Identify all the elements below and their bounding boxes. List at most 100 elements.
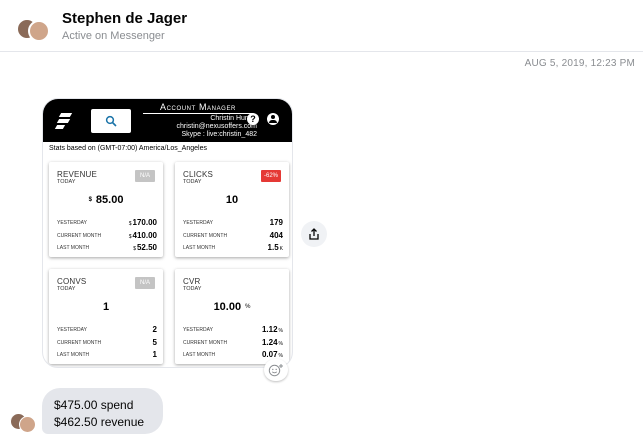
card-title: REVENUE (57, 170, 98, 179)
stat-suffix: % (278, 341, 283, 347)
account-manager-header: Account Manager Christin Hunter christin… (43, 99, 292, 142)
avatar-face-front (19, 416, 36, 433)
stat-row: YESTERDAY 179 (183, 218, 283, 227)
add-reaction-button[interactable] (264, 359, 288, 381)
stat-row: CURRENT MONTH 1.24% (183, 338, 283, 347)
card-main-value: $85.00 (49, 194, 163, 206)
clicks-card: CLICKS TODAY -62% 10 YESTERDAY 179 CURREN… (175, 162, 289, 257)
stat-label: YESTERDAY (57, 220, 87, 226)
main-number: 1 (102, 301, 110, 313)
stat-number: 179 (269, 218, 283, 227)
brand-logo-icon (54, 113, 73, 129)
card-subtitle: TODAY (183, 286, 202, 292)
status-badge: N/A (135, 170, 155, 182)
card-subtitle: TODAY (183, 179, 202, 185)
card-main-value: 1 (49, 301, 163, 313)
message-line: $462.50 revenue (54, 415, 145, 429)
contact-avatar[interactable] (16, 14, 50, 44)
stat-number: 404 (269, 231, 283, 240)
card-main-value: 10.00% (175, 301, 289, 313)
stat-label: CURRENT MONTH (183, 233, 228, 239)
stat-value: 1 (153, 350, 157, 359)
stat-value: $52.50 (133, 243, 157, 252)
main-number: 85.00 (95, 194, 124, 206)
stat-value: 5 (153, 338, 157, 347)
message-timestamp: AUG 5, 2019, 12:23 PM (524, 58, 635, 69)
main-number: 10 (225, 194, 239, 206)
stat-row: CURRENT MONTH $410.00 (57, 231, 157, 240)
help-icon[interactable]: ? (247, 113, 259, 125)
card-main-value: 10 (175, 194, 289, 206)
share-icon (309, 228, 319, 240)
sender-avatar[interactable] (10, 411, 36, 437)
stat-row: YESTERDAY $170.00 (57, 218, 157, 227)
user-icon[interactable] (267, 113, 279, 125)
convs-card: CONVS TODAY N/A 1 YESTERDAY 2 CURRENT MON… (49, 269, 163, 364)
card-subtitle: TODAY (57, 179, 76, 185)
stat-label: YESTERDAY (183, 327, 213, 333)
stat-label: CURRENT MONTH (183, 340, 228, 346)
stat-row: LAST MONTH $52.50 (57, 243, 157, 252)
card-title: CLICKS (183, 170, 214, 179)
stat-number: 1 (152, 350, 157, 359)
stat-number: 2 (152, 325, 157, 334)
manager-skype: Skype : live:christin_482 (181, 131, 257, 138)
stat-number: 1.12 (261, 325, 278, 334)
stat-row: LAST MONTH 1.5K (183, 243, 283, 252)
cvr-card: CVR TODAY 10.00% YESTERDAY 1.12% CURRENT … (175, 269, 289, 364)
stat-row: YESTERDAY 1.12% (183, 325, 283, 334)
card-title: CONVS (57, 277, 87, 286)
stat-value: 179 (270, 218, 283, 227)
stat-number: 410.00 (132, 231, 157, 240)
card-title: CVR (183, 277, 201, 286)
contact-status: Active on Messenger (62, 30, 165, 42)
currency-symbol: $ (128, 221, 132, 227)
stat-row: YESTERDAY 2 (57, 325, 157, 334)
currency-symbol: $ (133, 246, 136, 252)
stats-timezone-note: Stats based on (GMT-07:00) America/Los_A… (49, 145, 207, 152)
chat-header: Stephen de Jager Active on Messenger (0, 0, 643, 52)
stat-row: CURRENT MONTH 5 (57, 338, 157, 347)
stat-label: LAST MONTH (57, 245, 90, 251)
stat-value: 404 (270, 231, 283, 240)
text-message-bubble[interactable]: $475.00 spend $462.50 revenue (42, 388, 163, 434)
stat-value: 1.24% (262, 338, 283, 347)
manager-name: Christin Hunter (210, 115, 257, 122)
currency-symbol: $ (88, 197, 92, 203)
stat-value: 2 (153, 325, 157, 334)
stat-row: LAST MONTH 0.07% (183, 350, 283, 359)
stat-number: 5 (152, 338, 157, 347)
account-manager-title: Account Manager (143, 102, 253, 114)
stat-label: YESTERDAY (57, 327, 87, 333)
currency-symbol: $ (128, 234, 132, 240)
stat-suffix: % (278, 328, 283, 334)
shared-image-message[interactable]: Account Manager Christin Hunter christin… (42, 98, 293, 368)
stat-number: 170.00 (132, 218, 157, 227)
stat-value: 1.5K (268, 243, 283, 252)
stat-suffix: K (279, 246, 283, 252)
stat-value: 0.07% (262, 350, 283, 359)
stat-label: LAST MONTH (183, 245, 216, 251)
stat-label: YESTERDAY (183, 220, 213, 226)
share-button[interactable] (301, 221, 327, 247)
stat-value: $170.00 (129, 218, 157, 227)
stat-row: CURRENT MONTH 404 (183, 231, 283, 240)
search-button[interactable] (91, 109, 131, 133)
stat-row: LAST MONTH 1 (57, 350, 157, 359)
search-icon (105, 115, 117, 127)
stat-label: LAST MONTH (57, 352, 90, 358)
status-badge: N/A (135, 277, 155, 289)
revenue-card: REVENUE TODAY N/A $85.00 YESTERDAY $170.0… (49, 162, 163, 257)
stat-label: CURRENT MONTH (57, 233, 102, 239)
stat-value: 1.12% (262, 325, 283, 334)
main-number: 10.00 (213, 301, 242, 313)
stat-label: LAST MONTH (183, 352, 216, 358)
message-line: $475.00 spend (54, 398, 134, 412)
smiley-add-icon (268, 364, 283, 377)
status-badge: -62% (261, 170, 281, 182)
contact-name[interactable]: Stephen de Jager (62, 10, 187, 27)
stat-number: 1.24 (261, 338, 278, 347)
stat-number: 0.07 (261, 350, 278, 359)
stat-number: 52.50 (136, 243, 157, 252)
stat-number: 1.5 (267, 243, 279, 252)
